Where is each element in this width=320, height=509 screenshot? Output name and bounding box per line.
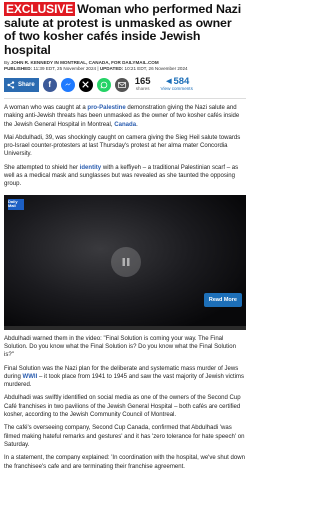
messenger-icon[interactable] bbox=[60, 77, 75, 92]
x-icon[interactable] bbox=[78, 77, 93, 92]
share-button[interactable]: Share bbox=[4, 77, 39, 92]
comments-count-row: ◄584 bbox=[161, 77, 193, 87]
exclusive-badge: EXCLUSIVE bbox=[4, 2, 76, 16]
paragraph-7: The café's overseeing company, Second Cu… bbox=[4, 425, 245, 448]
published-date: 11:39 EDT, 25 November 2024 | bbox=[32, 66, 100, 72]
video-progress-bar[interactable] bbox=[4, 325, 246, 330]
p1-text-c: . bbox=[136, 121, 138, 128]
article-headline: EXCLUSIVE Woman who performed Nazi salute… bbox=[4, 2, 246, 57]
wwii-link[interactable]: WWII bbox=[23, 374, 38, 380]
share-label: Share bbox=[18, 81, 35, 88]
view-comments-link[interactable]: View comments bbox=[161, 86, 193, 91]
published-label: PUBLISHED: bbox=[4, 66, 33, 72]
daily-mail-logo: Daily Mail bbox=[8, 198, 24, 210]
paragraph-1: A woman who was caught at a pro-Palestin… bbox=[4, 104, 246, 129]
email-icon[interactable] bbox=[114, 77, 129, 92]
paragraph-2: Mai Abdulhadi, 39, was shockingly caught… bbox=[4, 134, 241, 158]
byline-prefix: By bbox=[4, 60, 11, 66]
author-link[interactable]: JOHN R. KENNEDY IN MONTREAL, CANADA, FOR… bbox=[11, 60, 159, 65]
paragraph-5: Final Solution was the Nazi plan for the… bbox=[4, 365, 246, 390]
shares-count: 165 bbox=[134, 76, 151, 88]
whatsapp-icon[interactable] bbox=[96, 77, 111, 92]
shares-counter: 165 shares bbox=[134, 76, 151, 92]
article-dates: PUBLISHED: 11:39 EDT, 25 November 2024 |… bbox=[4, 66, 246, 72]
read-more-button[interactable]: Read More bbox=[203, 292, 242, 307]
p5-text-b: – it took place from 1941 to 1945 and sa… bbox=[4, 373, 244, 389]
facebook-icon[interactable]: f bbox=[42, 77, 57, 92]
paragraph-3: She attempted to shield her identity wit… bbox=[4, 164, 246, 189]
paragraph-4: Abdulhadi warned them in the video: "Fin… bbox=[4, 335, 236, 359]
shares-label: shares bbox=[135, 86, 150, 92]
play-button[interactable] bbox=[111, 246, 141, 277]
paragraph-6: Abdulhadi was swiftly identified on soci… bbox=[4, 395, 241, 419]
share-counts: 165 shares ◄584 View comments bbox=[134, 76, 193, 92]
share-bar: Share f 165 shares ◄584 View comments bbox=[4, 77, 246, 93]
canada-link[interactable]: Canada bbox=[114, 122, 136, 128]
identity-link[interactable]: identity bbox=[80, 165, 102, 171]
updated-label: UPDATED: bbox=[99, 66, 124, 72]
article-container: EXCLUSIVE Woman who performed Nazi salute… bbox=[0, 0, 250, 471]
p3-text-a: She attempted to shield her bbox=[4, 164, 80, 171]
comments-counter[interactable]: ◄584 View comments bbox=[161, 77, 193, 91]
video-player[interactable]: Daily Mail Read More bbox=[4, 194, 246, 330]
pro-palestine-link[interactable]: pro-Palestine bbox=[87, 105, 125, 111]
divider bbox=[4, 97, 246, 99]
pause-icon bbox=[122, 257, 130, 266]
paragraph-8: In a statement, the company explained: '… bbox=[4, 455, 245, 470]
share-icon bbox=[7, 81, 15, 89]
p1-text-a: A woman who was caught at a bbox=[4, 104, 88, 111]
updated-date: 10:21 EDT, 26 November 2024 bbox=[123, 66, 188, 72]
